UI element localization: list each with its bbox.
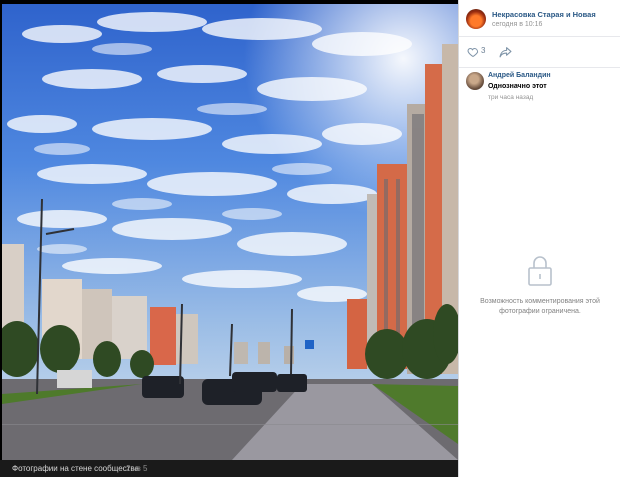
post-actions: 3 <box>459 37 620 68</box>
comment-text: Однозначно этот <box>488 83 547 90</box>
photo-image <box>2 4 458 460</box>
group-avatar[interactable] <box>466 9 486 29</box>
photo-counter: 2 из 5 <box>126 464 148 473</box>
share-arrow-icon[interactable] <box>499 46 512 58</box>
group-name-link[interactable]: Некрасовка Старая и Новая <box>492 10 596 19</box>
post-date[interactable]: сегодня в 10:16 <box>492 21 542 28</box>
comments-restricted-text: Возможность комментирования этой фотогра… <box>480 298 600 315</box>
comment-time[interactable]: три часа назад <box>488 94 533 101</box>
heart-outline-icon[interactable] <box>467 46 479 58</box>
post-header: Некрасовка Старая и Новая сегодня в 10:1… <box>459 0 620 37</box>
comments-restricted: Возможность комментирования этой фотогра… <box>459 255 620 317</box>
like-count: 3 <box>481 46 486 55</box>
info-panel: Некрасовка Старая и Новая сегодня в 10:1… <box>458 0 620 477</box>
comment-author-link[interactable]: Андрей Баландин <box>488 72 551 79</box>
lock-icon <box>528 256 552 286</box>
album-title[interactable]: Фотографии на стене сообщества <box>12 464 139 473</box>
photo[interactable] <box>2 4 458 460</box>
comment-item: Андрей Баландин Однозначно этот три часа… <box>459 68 620 110</box>
photo-footer: Фотографии на стене сообщества 2 из 5 <box>0 460 458 477</box>
comment-author-avatar[interactable] <box>466 72 484 90</box>
